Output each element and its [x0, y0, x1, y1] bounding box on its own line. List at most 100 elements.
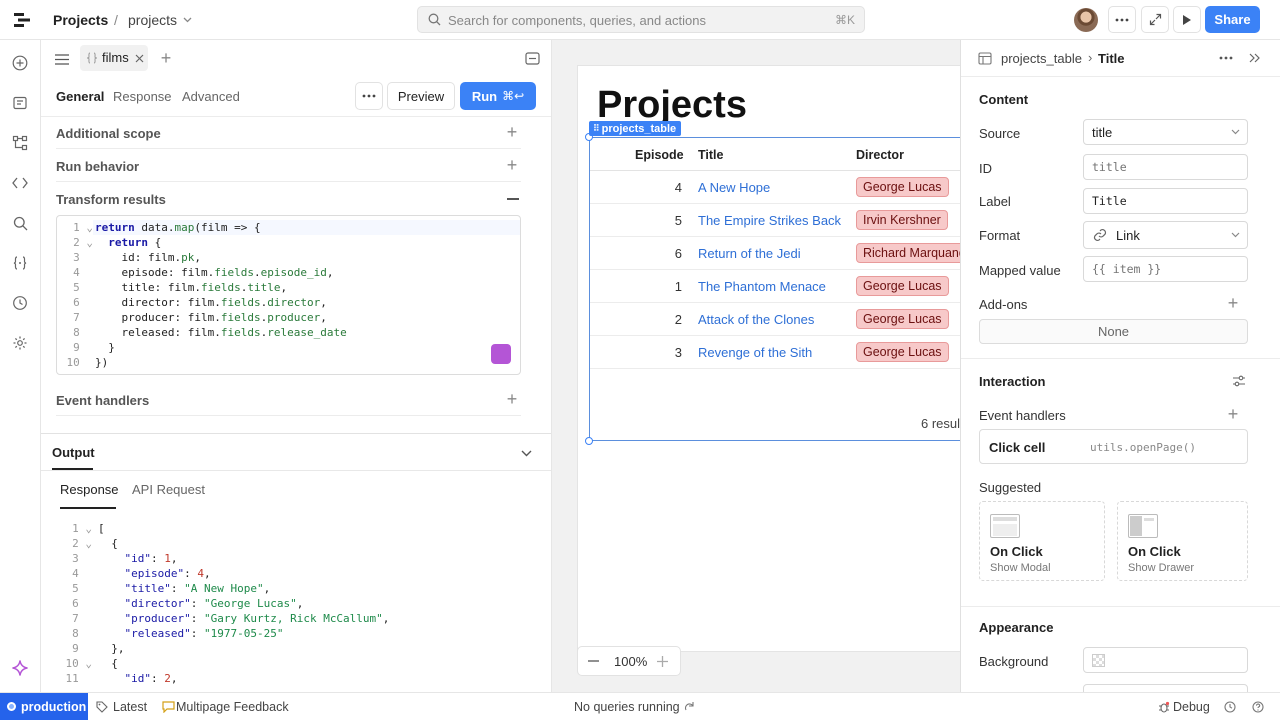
transform-code-editor[interactable]: 1 ⌄ 2 ⌄ 3 4 5 6 7 8 9 10 return data.map(f…: [56, 215, 521, 375]
inspector-component-name[interactable]: projects_table: [1001, 51, 1082, 66]
global-search[interactable]: Search for components, queries, and acti…: [417, 6, 865, 33]
add-run-behavior-icon[interactable]: +: [503, 155, 521, 175]
help-icon[interactable]: [1251, 700, 1265, 714]
cell-title-link[interactable]: A New Hope: [698, 180, 770, 195]
chevron-down-icon[interactable]: [517, 444, 535, 462]
zoom-level[interactable]: 100%: [614, 654, 647, 669]
history-icon[interactable]: [1223, 700, 1237, 714]
sliders-icon[interactable]: [1231, 373, 1247, 389]
output-tab-api-request[interactable]: API Request: [132, 482, 205, 497]
breadcrumb-root[interactable]: Projects: [53, 12, 108, 28]
zoom-out-icon[interactable]: [586, 654, 600, 668]
column-header-title[interactable]: Title: [698, 148, 723, 162]
chevron-down-icon[interactable]: [181, 13, 193, 27]
hamburger-menu-icon[interactable]: [53, 50, 71, 68]
more-menu-icon[interactable]: [1108, 6, 1136, 33]
format-select[interactable]: Link: [1083, 221, 1248, 249]
output-json-viewer[interactable]: 1 ⌄ 2 ⌄ 3 4 5 6 7 8 9 10 ⌄ 11 [ { "id": 1, …: [56, 521, 526, 692]
cell-director-tag: Richard Marquand: [856, 243, 960, 263]
table-row[interactable]: 5 The Empire Strikes Back Irvin Kershner: [590, 204, 960, 237]
inspector-column-name[interactable]: Title: [1098, 51, 1125, 66]
id-input[interactable]: [1083, 154, 1248, 180]
ai-badge-icon[interactable]: [491, 344, 511, 364]
cell-title-link[interactable]: The Phantom Menace: [698, 279, 826, 294]
output-title[interactable]: Output: [52, 445, 95, 460]
section-additional-scope[interactable]: Additional scope: [56, 126, 161, 141]
query-more-icon[interactable]: [355, 82, 383, 110]
cell-title-link[interactable]: Revenge of the Sith: [698, 345, 812, 360]
share-button[interactable]: Share: [1205, 6, 1260, 33]
projects-table[interactable]: Episode Title Director 4 A New Hope George…: [589, 137, 960, 441]
table-row[interactable]: 1 The Phantom Menace George Lucas: [590, 270, 960, 303]
section-transform-results[interactable]: Transform results: [56, 192, 166, 207]
label-input[interactable]: Title: [1083, 188, 1248, 214]
run-button[interactable]: Run ⌘↩: [460, 82, 536, 110]
table-name-tag[interactable]: ⠿ projects_table: [589, 121, 682, 136]
cell-episode: 6: [674, 246, 682, 261]
collapse-panel-icon[interactable]: [523, 50, 541, 66]
search-icon[interactable]: [10, 213, 30, 233]
tab-general[interactable]: General: [56, 89, 104, 104]
ai-assist-icon[interactable]: [8, 656, 32, 680]
section-run-behavior[interactable]: Run behavior: [56, 159, 139, 174]
add-scope-icon[interactable]: +: [503, 122, 521, 142]
suggestion-card-modal[interactable]: On Click Show Modal: [979, 501, 1105, 581]
event-handler-row[interactable]: Click cell utils.openPage(): [979, 429, 1248, 464]
column-header-episode[interactable]: Episode: [635, 148, 684, 162]
refresh-icon[interactable]: [682, 700, 696, 714]
code-icon[interactable]: [10, 173, 30, 193]
inspector-more-icon[interactable]: [1217, 50, 1235, 66]
content-heading[interactable]: Content: [979, 92, 1028, 107]
tab-advanced[interactable]: Advanced: [182, 89, 240, 104]
share-label: Share: [1214, 12, 1251, 27]
settings-gear-icon[interactable]: [10, 333, 30, 353]
add-query-icon[interactable]: +: [157, 48, 175, 68]
feedback-label[interactable]: Multipage Feedback: [176, 700, 289, 714]
query-tab-films[interactable]: films: [80, 45, 148, 71]
expand-icon[interactable]: [1141, 6, 1169, 33]
suggestion-subtitle: Show Drawer: [1128, 562, 1195, 574]
mapped-value-label: Mapped value: [979, 263, 1061, 278]
add-event-handler-icon[interactable]: +: [503, 389, 521, 409]
state-icon[interactable]: [10, 253, 30, 273]
add-handler-icon[interactable]: +: [1224, 404, 1242, 424]
suggestion-card-drawer[interactable]: On Click Show Drawer: [1117, 501, 1248, 581]
interaction-heading[interactable]: Interaction: [979, 374, 1045, 389]
play-icon[interactable]: [1173, 6, 1201, 33]
add-component-icon[interactable]: [10, 53, 30, 73]
source-select[interactable]: title: [1083, 119, 1248, 145]
appearance-heading[interactable]: Appearance: [979, 620, 1053, 635]
suggestion-subtitle: Show Modal: [990, 562, 1051, 574]
zoom-in-icon[interactable]: [655, 654, 669, 668]
preview-button[interactable]: Preview: [387, 82, 455, 110]
collapse-right-icon[interactable]: [1246, 50, 1262, 66]
column-header-director[interactable]: Director: [856, 148, 904, 162]
history-icon[interactable]: [10, 293, 30, 313]
table-row[interactable]: 6 Return of the Jedi Richard Marquand: [590, 237, 960, 270]
collapse-icon[interactable]: [507, 198, 519, 200]
component-tree-icon[interactable]: [10, 133, 30, 153]
debug-label[interactable]: Debug: [1173, 700, 1210, 714]
pages-icon[interactable]: [10, 93, 30, 113]
table-row[interactable]: 2 Attack of the Clones George Lucas: [590, 303, 960, 336]
version-label[interactable]: Latest: [113, 700, 147, 714]
breadcrumb-page[interactable]: projects: [128, 12, 177, 28]
close-icon[interactable]: [133, 52, 145, 64]
background-color-input[interactable]: [1083, 647, 1248, 673]
user-avatar[interactable]: [1074, 8, 1098, 32]
output-tab-response[interactable]: Response: [60, 482, 119, 497]
cell-title-link[interactable]: Return of the Jedi: [698, 246, 801, 261]
retool-logo-icon[interactable]: [12, 10, 32, 30]
environment-badge[interactable]: production: [0, 693, 88, 720]
table-resize-handle[interactable]: [585, 437, 593, 445]
mapped-value-input[interactable]: [1083, 256, 1248, 282]
table-row[interactable]: 4 A New Hope George Lucas: [590, 171, 960, 204]
section-event-handlers[interactable]: Event handlers: [56, 393, 149, 408]
line-number: 10: [66, 356, 93, 369]
cell-title-link[interactable]: Attack of the Clones: [698, 312, 814, 327]
next-field-input[interactable]: [1083, 684, 1248, 692]
tab-response[interactable]: Response: [113, 89, 172, 104]
cell-title-link[interactable]: The Empire Strikes Back: [698, 213, 841, 228]
add-addon-icon[interactable]: +: [1224, 293, 1242, 313]
table-row[interactable]: 3 Revenge of the Sith George Lucas: [590, 336, 960, 369]
